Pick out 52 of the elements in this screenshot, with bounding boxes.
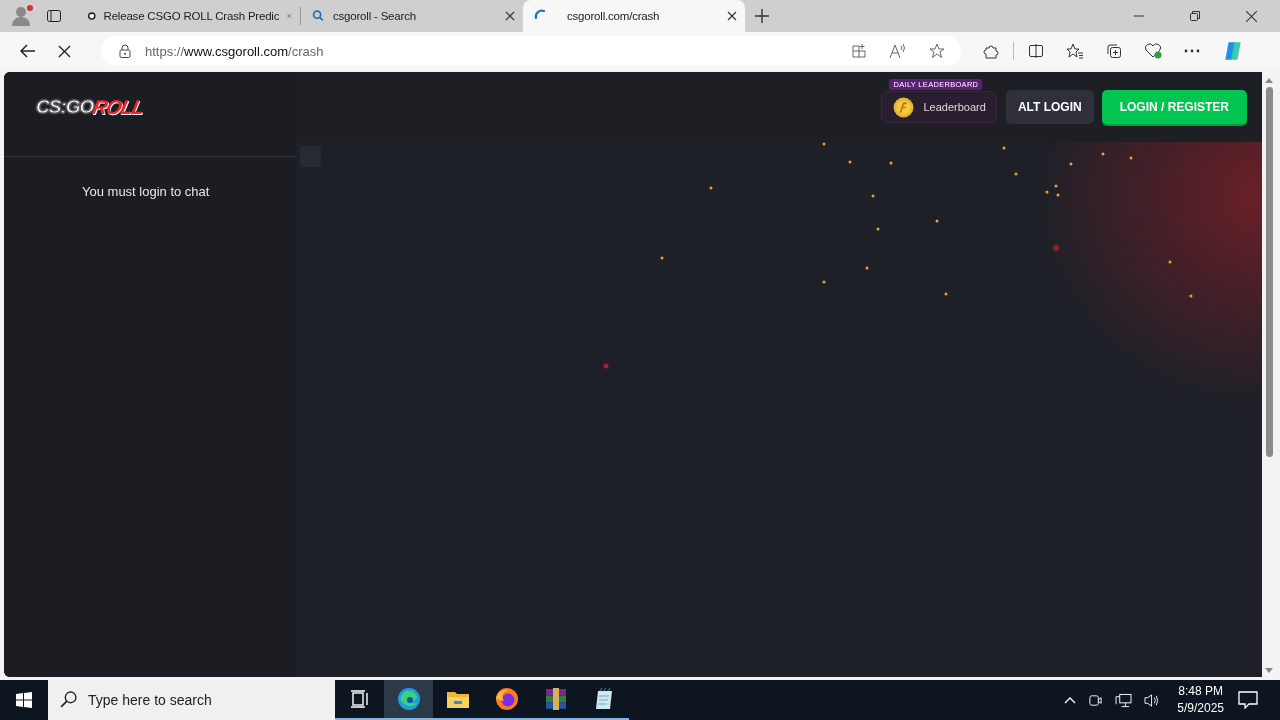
profile-icon[interactable]	[10, 4, 34, 28]
taskbar-app[interactable]	[384, 680, 433, 720]
taskbar-search-field[interactable]: Type here to search	[48, 680, 335, 720]
back-icon[interactable]	[20, 43, 36, 59]
more-icon[interactable]	[1184, 49, 1200, 53]
favorites-icon[interactable]	[1066, 43, 1084, 59]
coin-icon	[893, 96, 915, 118]
network-icon[interactable]	[1115, 692, 1133, 708]
close-icon[interactable]	[727, 11, 737, 21]
folder-icon	[445, 689, 470, 709]
extensions-icon[interactable]	[983, 43, 999, 59]
chat-login-message: You must login to chat	[82, 184, 211, 199]
address-bar[interactable]: https://www.csgoroll.com/crash	[101, 36, 961, 66]
search-icon	[60, 691, 77, 708]
scroll-up-icon[interactable]	[1265, 78, 1273, 83]
stop-icon[interactable]	[58, 44, 71, 58]
restore-icon[interactable]	[1190, 11, 1200, 21]
star-icon[interactable]	[929, 43, 945, 59]
alt-login-button[interactable]: ALT LOGIN	[1005, 90, 1094, 124]
collections-icon[interactable]	[1106, 43, 1122, 59]
scroll-down-icon[interactable]	[1265, 668, 1273, 673]
firefox-icon	[494, 687, 519, 711]
app-add-icon[interactable]	[851, 43, 867, 59]
scrollbar-thumb[interactable]	[1265, 87, 1273, 457]
new-tab-icon[interactable]	[755, 9, 769, 23]
site-logo[interactable]: CS:GOROLL	[36, 90, 148, 124]
health-icon[interactable]	[1144, 43, 1162, 59]
notifications-icon[interactable]	[1238, 691, 1258, 709]
clock-time[interactable]: 8:48 PM	[1178, 683, 1223, 700]
search-icon	[311, 9, 325, 23]
url-text: https://www.csgoroll.com/crash	[145, 43, 324, 59]
windows-start-icon[interactable]	[16, 692, 32, 708]
task-view-icon	[349, 690, 370, 708]
tab-title: csgoroll.com/crash	[567, 10, 661, 22]
tab-actions-icon[interactable]	[46, 8, 62, 24]
leaderboard-button[interactable]: Leaderboard	[881, 91, 997, 123]
tab-title: csgoroll - Search	[333, 10, 417, 22]
browser-tab[interactable]: csgoroll.com/crash	[523, 0, 745, 32]
split-screen-icon[interactable]	[1028, 43, 1044, 59]
browser-tab[interactable]: Release CSGO ROLL Crash Predic	[78, 0, 300, 32]
archive-icon	[543, 687, 568, 711]
close-icon[interactable]	[505, 11, 515, 21]
camera-icon[interactable]	[1088, 692, 1104, 708]
lock-icon	[119, 44, 131, 58]
chevron-up-icon[interactable]	[1064, 696, 1077, 704]
tab-title: Release CSGO ROLL Crash Predic	[103, 10, 280, 22]
read-aloud-icon[interactable]	[889, 43, 907, 59]
browser-tab[interactable]: csgoroll - Search	[301, 0, 523, 32]
browser-icon	[396, 687, 421, 711]
copilot-icon[interactable]	[1222, 40, 1244, 62]
close-icon[interactable]	[1246, 10, 1257, 22]
clock-date[interactable]: 5/9/2025	[1177, 700, 1224, 717]
